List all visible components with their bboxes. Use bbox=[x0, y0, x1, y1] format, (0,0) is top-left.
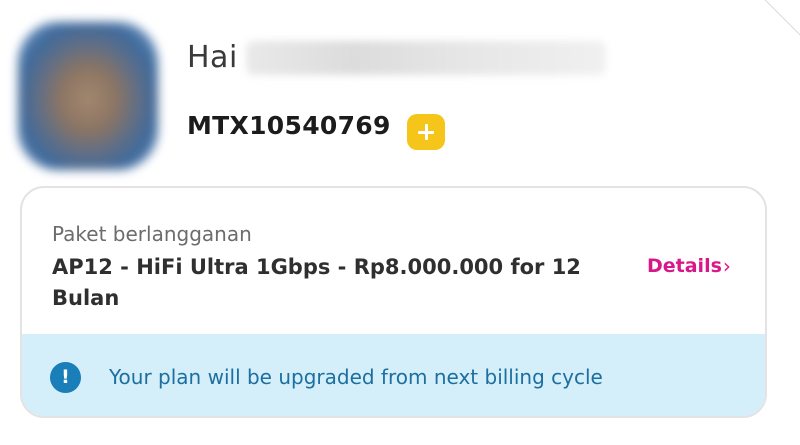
avatar bbox=[18, 22, 158, 170]
subscription-label: Paket berlangganan bbox=[52, 222, 252, 246]
details-link[interactable]: Details › bbox=[647, 254, 731, 278]
greeting: Hai bbox=[187, 40, 606, 75]
profile-page: Hai MTX10540769 Paket berlangganan AP12 … bbox=[0, 0, 800, 445]
upgrade-notice-text: Your plan will be upgraded from next bil… bbox=[109, 365, 603, 389]
corner-divider bbox=[760, 0, 800, 40]
subscription-card: Paket berlangganan AP12 - HiFi Ultra 1Gb… bbox=[20, 186, 767, 418]
upgrade-notice-banner: ! Your plan will be upgraded from next b… bbox=[22, 334, 765, 416]
account-id: MTX10540769 bbox=[187, 110, 391, 140]
plan-name: AP12 - HiFi Ultra 1Gbps - Rp8.000.000 fo… bbox=[52, 255, 581, 310]
chevron-right-icon: › bbox=[722, 254, 731, 278]
redacted-user-name bbox=[245, 40, 606, 75]
plus-icon bbox=[417, 124, 434, 140]
account-row: MTX10540769 bbox=[187, 100, 445, 150]
greeting-text: Hai bbox=[187, 40, 238, 75]
add-account-button[interactable] bbox=[406, 114, 445, 150]
details-label: Details bbox=[647, 255, 722, 277]
info-icon: ! bbox=[50, 361, 81, 393]
